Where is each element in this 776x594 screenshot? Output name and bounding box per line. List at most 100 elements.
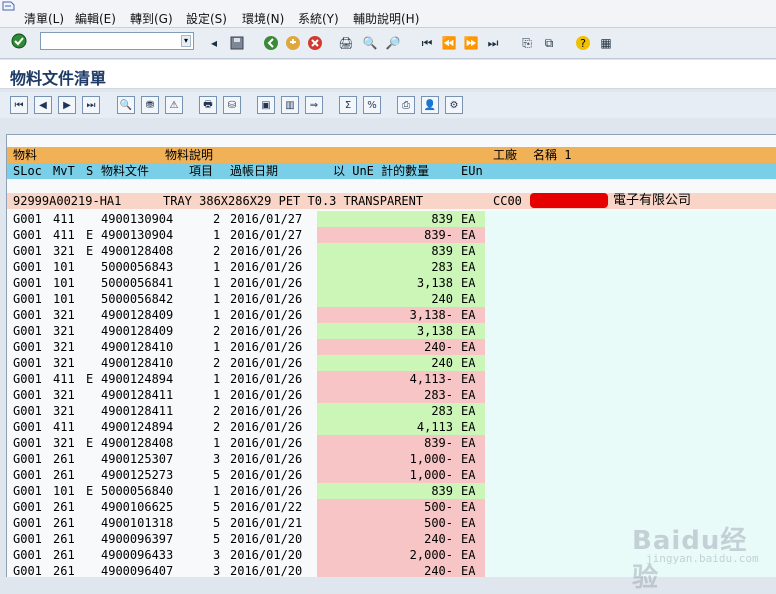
material-document-cell: 5000056841 bbox=[101, 276, 174, 290]
posting-date-cell: 2016/01/20 bbox=[230, 532, 303, 546]
table-row[interactable]: G001 101 5000056843 1 2016/01/26 283 EA bbox=[7, 259, 776, 275]
save-layout-icon[interactable]: ⎙ bbox=[397, 96, 415, 114]
redacted-company-name bbox=[530, 193, 608, 208]
menu-list[interactable]: 清單(L) bbox=[24, 10, 64, 27]
table-row[interactable]: G001 321 4900128411 2 2016/01/26 283 EA bbox=[7, 403, 776, 419]
menu-goto[interactable]: 轉到(G) bbox=[130, 10, 173, 27]
new-session-icon[interactable]: ⎘ bbox=[518, 34, 536, 52]
table-row[interactable]: G001 411 E 4900124894 1 2016/01/26 4,113- EA bbox=[7, 371, 776, 387]
table-row[interactable]: G001 411 E 4900130904 1 2016/01/27 839- EA bbox=[7, 227, 776, 243]
table-row[interactable]: G001 321 4900128410 1 2016/01/26 240- EA bbox=[7, 339, 776, 355]
sloc-cell: G001 bbox=[13, 500, 42, 514]
find-next-icon[interactable]: 🔎 bbox=[384, 34, 402, 52]
table-row[interactable]: G001 261 4900125273 5 2016/01/26 1,000- EA bbox=[7, 467, 776, 483]
table-row[interactable]: G001 261 4900096433 3 2016/01/20 2,000- EA bbox=[7, 547, 776, 563]
material-document-cell: 4900130904 bbox=[101, 212, 174, 226]
command-dropdown-icon[interactable]: ▾ bbox=[181, 35, 191, 47]
menu-help[interactable]: 輔助說明(H) bbox=[353, 10, 419, 27]
mvt-cell: 321 bbox=[53, 404, 75, 418]
next-page-icon[interactable]: ⏩ bbox=[462, 34, 480, 52]
table-row[interactable]: G001 321 E 4900128408 2 2016/01/26 839 EA bbox=[7, 243, 776, 259]
print-icon[interactable]: 🖨 bbox=[337, 34, 355, 52]
shortcut-icon[interactable]: ⧉ bbox=[540, 34, 558, 52]
sum-icon[interactable]: Σ bbox=[339, 96, 357, 114]
menu-edit[interactable]: 編輯(E) bbox=[75, 10, 116, 27]
last-item-icon[interactable]: ⏭ bbox=[82, 96, 100, 114]
table-row[interactable]: G001 261 4900125307 3 2016/01/26 1,000- EA bbox=[7, 451, 776, 467]
material-document-cell: 4900128408 bbox=[101, 436, 174, 450]
command-field[interactable]: ▾ bbox=[40, 32, 194, 50]
quantity-background bbox=[317, 275, 485, 291]
table-row[interactable]: G001 261 4900096397 5 2016/01/20 240- EA bbox=[7, 531, 776, 547]
table-row[interactable]: G001 101 5000056841 1 2016/01/26 3,138 EA bbox=[7, 275, 776, 291]
quantity-background bbox=[317, 211, 485, 227]
material-row[interactable]: 92999A00219-HA1 TRAY 386X286X29 PET T0.3… bbox=[7, 193, 776, 209]
table-row[interactable]: G001 261 4900096407 3 2016/01/20 240- EA bbox=[7, 563, 776, 577]
filter-icon[interactable]: ⛃ bbox=[141, 96, 159, 114]
menu-settings[interactable]: 設定(S) bbox=[186, 10, 227, 27]
item-cell: 1 bbox=[213, 308, 221, 322]
cancel-icon[interactable] bbox=[306, 34, 324, 52]
save-icon[interactable] bbox=[228, 34, 246, 52]
prev-item-icon[interactable]: ◀ bbox=[34, 96, 52, 114]
header-item: 項目 bbox=[189, 164, 214, 178]
table-row[interactable]: G001 261 4900101318 5 2016/01/21 500- EA bbox=[7, 515, 776, 531]
first-page-icon[interactable]: ⏮ bbox=[418, 34, 436, 52]
quantity-cell: 839 bbox=[431, 212, 453, 226]
enter-icon[interactable] bbox=[10, 32, 28, 50]
subtotal-icon[interactable]: % bbox=[363, 96, 381, 114]
row-right-background bbox=[485, 211, 776, 227]
sort-icon[interactable]: ⚠ bbox=[165, 96, 183, 114]
item-cell: 2 bbox=[213, 404, 221, 418]
first-item-icon[interactable]: ⏮ bbox=[10, 96, 28, 114]
last-page-icon[interactable]: ⏭ bbox=[484, 34, 502, 52]
print-preview-icon[interactable]: 🖶 bbox=[199, 96, 217, 114]
filter2-icon[interactable]: ⛁ bbox=[223, 96, 241, 114]
item-cell: 3 bbox=[213, 564, 221, 577]
prev-page-icon[interactable]: ⏪ bbox=[440, 34, 458, 52]
row-right-background bbox=[485, 467, 776, 483]
page-title: 物料文件清單 bbox=[10, 69, 107, 88]
table-row[interactable]: G001 321 4900128409 1 2016/01/26 3,138- EA bbox=[7, 307, 776, 323]
details-icon[interactable]: 🔍 bbox=[117, 96, 135, 114]
posting-date-cell: 2016/01/27 bbox=[230, 228, 303, 242]
export-icon[interactable]: ⇒ bbox=[305, 96, 323, 114]
table-row[interactable]: G001 321 4900128411 1 2016/01/26 283- EA bbox=[7, 387, 776, 403]
s-cell: E bbox=[86, 484, 94, 498]
posting-date-cell: 2016/01/27 bbox=[230, 212, 303, 226]
exit-icon[interactable] bbox=[284, 34, 302, 52]
user-icon[interactable]: 👤 bbox=[421, 96, 439, 114]
table-row[interactable]: G001 101 E 5000056840 1 2016/01/26 839 EA bbox=[7, 483, 776, 499]
graphic-icon[interactable]: ⚙ bbox=[445, 96, 463, 114]
select-layout-icon[interactable]: ▣ bbox=[257, 96, 275, 114]
header-material: 物料 bbox=[13, 148, 38, 162]
table-row[interactable]: G001 321 E 4900128408 1 2016/01/26 839- EA bbox=[7, 435, 776, 451]
eun-cell: EA bbox=[461, 308, 476, 322]
material-document-cell: 4900124894 bbox=[101, 420, 174, 434]
table-row[interactable]: G001 411 4900130904 2 2016/01/27 839 EA bbox=[7, 211, 776, 227]
table-row[interactable]: G001 321 4900128410 2 2016/01/26 240 EA bbox=[7, 355, 776, 371]
table-row[interactable]: G001 411 4900124894 2 2016/01/26 4,113 EA bbox=[7, 419, 776, 435]
table-row[interactable]: G001 321 4900128409 2 2016/01/26 3,138 EA bbox=[7, 323, 776, 339]
menu-system[interactable]: 系統(Y) bbox=[298, 10, 339, 27]
table-row[interactable]: G001 261 4900106625 5 2016/01/22 500- EA bbox=[7, 499, 776, 515]
columns-icon[interactable]: ▥ bbox=[281, 96, 299, 114]
find-icon[interactable]: 🔍 bbox=[361, 34, 379, 52]
back-icon[interactable] bbox=[262, 34, 280, 52]
item-cell: 1 bbox=[213, 388, 221, 402]
mvt-cell: 411 bbox=[53, 372, 75, 386]
material-document-cell: 4900128409 bbox=[101, 324, 174, 338]
header-eun: EUn bbox=[461, 164, 483, 178]
posting-date-cell: 2016/01/26 bbox=[230, 324, 303, 338]
help-icon[interactable]: ? bbox=[574, 34, 592, 52]
quantity-background bbox=[317, 563, 485, 577]
back-left-icon[interactable]: ◂ bbox=[205, 34, 223, 52]
next-item-icon[interactable]: ▶ bbox=[58, 96, 76, 114]
eun-cell: EA bbox=[461, 420, 476, 434]
table-row[interactable]: G001 101 5000056842 1 2016/01/26 240 EA bbox=[7, 291, 776, 307]
layout-icon[interactable]: ▦ bbox=[597, 34, 615, 52]
material-document-cell: 4900096433 bbox=[101, 548, 174, 562]
sloc-cell: G001 bbox=[13, 308, 42, 322]
quantity-background bbox=[317, 227, 485, 243]
menu-environment[interactable]: 環境(N) bbox=[242, 10, 284, 27]
